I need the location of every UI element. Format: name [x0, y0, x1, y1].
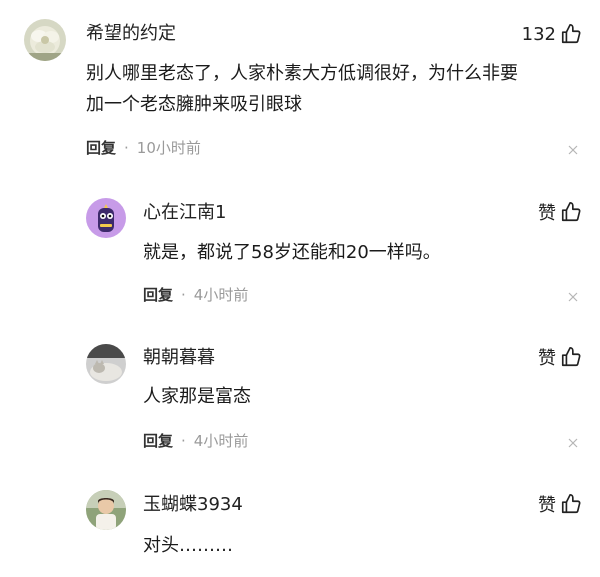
avatar[interactable]	[86, 490, 126, 530]
reply-button[interactable]: 回复	[143, 431, 173, 451]
like-button[interactable]: 赞	[538, 345, 582, 369]
username[interactable]: 希望的约定	[86, 23, 176, 45]
close-icon[interactable]	[568, 145, 578, 155]
child-photo-avatar-icon	[86, 490, 126, 530]
comment-text: 对头………	[143, 535, 233, 556]
thumbs-up-icon	[560, 493, 582, 515]
comment-text: 就是，都说了58岁还能和20一样吗。	[143, 242, 441, 263]
avatar[interactable]	[86, 344, 126, 384]
comment-text: 别人哪里老态了，人家朴素大方低调很好，为什么非要 加一个老态臃肿来吸引眼球	[86, 58, 518, 120]
separator-dot: ·	[181, 432, 186, 450]
avatar[interactable]	[86, 198, 126, 238]
cat-photo-avatar-icon	[86, 344, 126, 384]
comment-meta: 回复 · 4小时前	[143, 285, 248, 305]
comment-text-line: 加一个老态臃肿来吸引眼球	[86, 94, 302, 115]
like-button[interactable]: 赞	[538, 492, 582, 516]
comment-text: 人家那是富态	[143, 386, 251, 407]
thumbs-up-icon	[560, 201, 582, 223]
reply-comment: 玉蝴蝶3934 赞 对头………	[0, 476, 600, 577]
separator-dot: ·	[181, 286, 186, 304]
reply-comment: 心在江南1 赞 就是，都说了58岁还能和20一样吗。 回复 · 4小时前	[0, 180, 600, 330]
like-label: 赞	[538, 203, 556, 224]
comment-meta: 回复 · 10小时前	[86, 138, 201, 158]
comment-main: 希望的约定 132 别人哪里老态了，人家朴素大方低调很好，为什么非要 加一个老态…	[0, 0, 600, 180]
thumbs-up-icon	[560, 346, 582, 368]
flower-avatar-icon	[24, 19, 66, 61]
like-label: 赞	[538, 495, 556, 516]
username[interactable]: 朝朝暮暮	[143, 347, 215, 369]
like-button[interactable]: 132	[522, 22, 582, 46]
timestamp: 10小时前	[136, 139, 201, 157]
reply-button[interactable]: 回复	[143, 285, 173, 305]
close-icon[interactable]	[568, 438, 578, 448]
purple-cartoon-avatar-icon	[86, 198, 126, 238]
comment-text-line: 别人哪里老态了，人家朴素大方低调很好，为什么非要	[86, 63, 518, 84]
like-label: 赞	[538, 348, 556, 369]
timestamp: 4小时前	[193, 432, 249, 450]
like-button[interactable]: 赞	[538, 200, 582, 224]
comment-meta: 回复 · 4小时前	[143, 431, 248, 451]
thumbs-up-icon	[560, 23, 582, 45]
avatar[interactable]	[24, 19, 66, 61]
username[interactable]: 玉蝴蝶3934	[143, 494, 243, 516]
reply-comment: 朝朝暮暮 赞 人家那是富态 回复 · 4小时前	[0, 330, 600, 476]
close-icon[interactable]	[568, 292, 578, 302]
separator-dot: ·	[124, 139, 129, 157]
like-count: 132	[521, 23, 556, 45]
reply-button[interactable]: 回复	[86, 138, 116, 158]
timestamp: 4小时前	[193, 286, 249, 304]
username[interactable]: 心在江南1	[143, 202, 226, 224]
